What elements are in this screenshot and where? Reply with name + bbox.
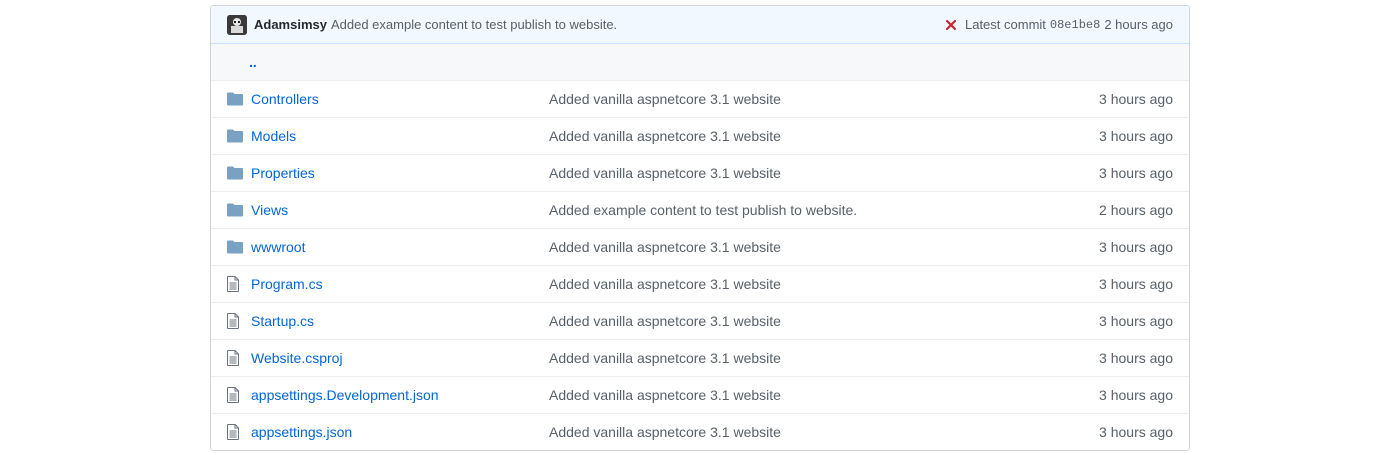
parent-directory-row[interactable]: .. — [211, 44, 1189, 81]
commit-age: 3 hours ago — [1099, 313, 1173, 329]
commit-age: 3 hours ago — [1099, 165, 1173, 181]
file-row[interactable]: Controllers Added vanilla aspnetcore 3.1 … — [211, 81, 1189, 118]
commit-message-link[interactable]: Added vanilla aspnetcore 3.1 website — [549, 239, 1033, 255]
commit-age: 2 hours ago — [1099, 202, 1173, 218]
file-name-link[interactable]: Models — [251, 128, 549, 144]
file-row[interactable]: Program.cs Added vanilla aspnetcore 3.1 w… — [211, 266, 1189, 303]
file-icon — [211, 276, 247, 292]
commit-message-link[interactable]: Added vanilla aspnetcore 3.1 website — [549, 350, 1033, 366]
file-icon — [211, 313, 247, 329]
file-name-link[interactable]: appsettings.Development.json — [251, 387, 549, 403]
commit-message-link[interactable]: Added vanilla aspnetcore 3.1 website — [549, 276, 1033, 292]
file-name-link[interactable]: wwwroot — [251, 239, 549, 255]
commit-message-link[interactable]: Added vanilla aspnetcore 3.1 website — [549, 424, 1033, 440]
file-row[interactable]: Views Added example content to test publi… — [211, 192, 1189, 229]
parent-directory-link[interactable]: .. — [249, 54, 257, 70]
file-row[interactable]: Properties Added vanilla aspnetcore 3.1 w… — [211, 155, 1189, 192]
file-name-link[interactable]: Properties — [251, 165, 549, 181]
commit-age: 3 hours ago — [1099, 350, 1173, 366]
file-name-link[interactable]: Views — [251, 202, 549, 218]
avatar-image — [227, 14, 247, 35]
commit-message-link[interactable]: Added example content to test publish to… — [549, 202, 1033, 218]
commit-message-link[interactable]: Added vanilla aspnetcore 3.1 website — [549, 387, 1033, 403]
folder-icon — [211, 129, 247, 143]
file-name-link[interactable]: Website.csproj — [251, 350, 549, 366]
file-name-link[interactable]: Program.cs — [251, 276, 549, 292]
file-list: Controllers Added vanilla aspnetcore 3.1 … — [211, 81, 1189, 450]
folder-icon — [211, 166, 247, 180]
commit-message-link[interactable]: Added vanilla aspnetcore 3.1 website — [549, 91, 1033, 107]
file-icon — [211, 424, 247, 440]
commit-age: 3 hours ago — [1099, 239, 1173, 255]
file-name-link[interactable]: Startup.cs — [251, 313, 549, 329]
commit-age: 3 hours ago — [1099, 91, 1173, 107]
avatar[interactable] — [227, 14, 247, 35]
file-row[interactable]: appsettings.json Added vanilla aspnetcore… — [211, 414, 1189, 450]
file-row[interactable]: wwwroot Added vanilla aspnetcore 3.1 webs… — [211, 229, 1189, 266]
latest-commit-label: Latest commit — [964, 17, 1046, 32]
commit-age: 3 hours ago — [1099, 276, 1173, 292]
commit-age: 3 hours ago — [1099, 387, 1173, 403]
file-row[interactable]: Startup.cs Added vanilla aspnetcore 3.1 w… — [211, 303, 1189, 340]
commit-age: 2 hours ago — [1104, 17, 1173, 32]
file-icon — [211, 350, 247, 366]
file-row[interactable]: appsettings.Development.json Added vanill… — [211, 377, 1189, 414]
commit-message-link[interactable]: Added vanilla aspnetcore 3.1 website — [549, 165, 1033, 181]
commit-message-link[interactable]: Added vanilla aspnetcore 3.1 website — [549, 313, 1033, 329]
commit-sha[interactable]: 08e1be8 — [1050, 18, 1100, 32]
latest-commit-bar: Adamsimsy Added example content to test … — [211, 6, 1189, 44]
commit-age: 3 hours ago — [1099, 424, 1173, 440]
commit-message-link[interactable]: Added vanilla aspnetcore 3.1 website — [549, 128, 1033, 144]
folder-icon — [211, 92, 247, 106]
folder-icon — [211, 203, 247, 217]
commit-age: 3 hours ago — [1099, 128, 1173, 144]
file-browser: Adamsimsy Added example content to test … — [210, 5, 1190, 451]
x-icon[interactable] — [945, 19, 957, 31]
folder-icon — [211, 240, 247, 254]
commit-author[interactable]: Adamsimsy — [254, 17, 327, 32]
file-name-link[interactable]: appsettings.json — [251, 424, 549, 440]
commit-info: Latest commit 08e1be8 2 hours ago — [945, 17, 1173, 32]
file-icon — [211, 387, 247, 403]
file-row[interactable]: Website.csproj Added vanilla aspnetcore 3… — [211, 340, 1189, 377]
file-row[interactable]: Models Added vanilla aspnetcore 3.1 websi… — [211, 118, 1189, 155]
file-name-link[interactable]: Controllers — [251, 91, 549, 107]
commit-message[interactable]: Added example content to test publish to… — [331, 17, 617, 32]
